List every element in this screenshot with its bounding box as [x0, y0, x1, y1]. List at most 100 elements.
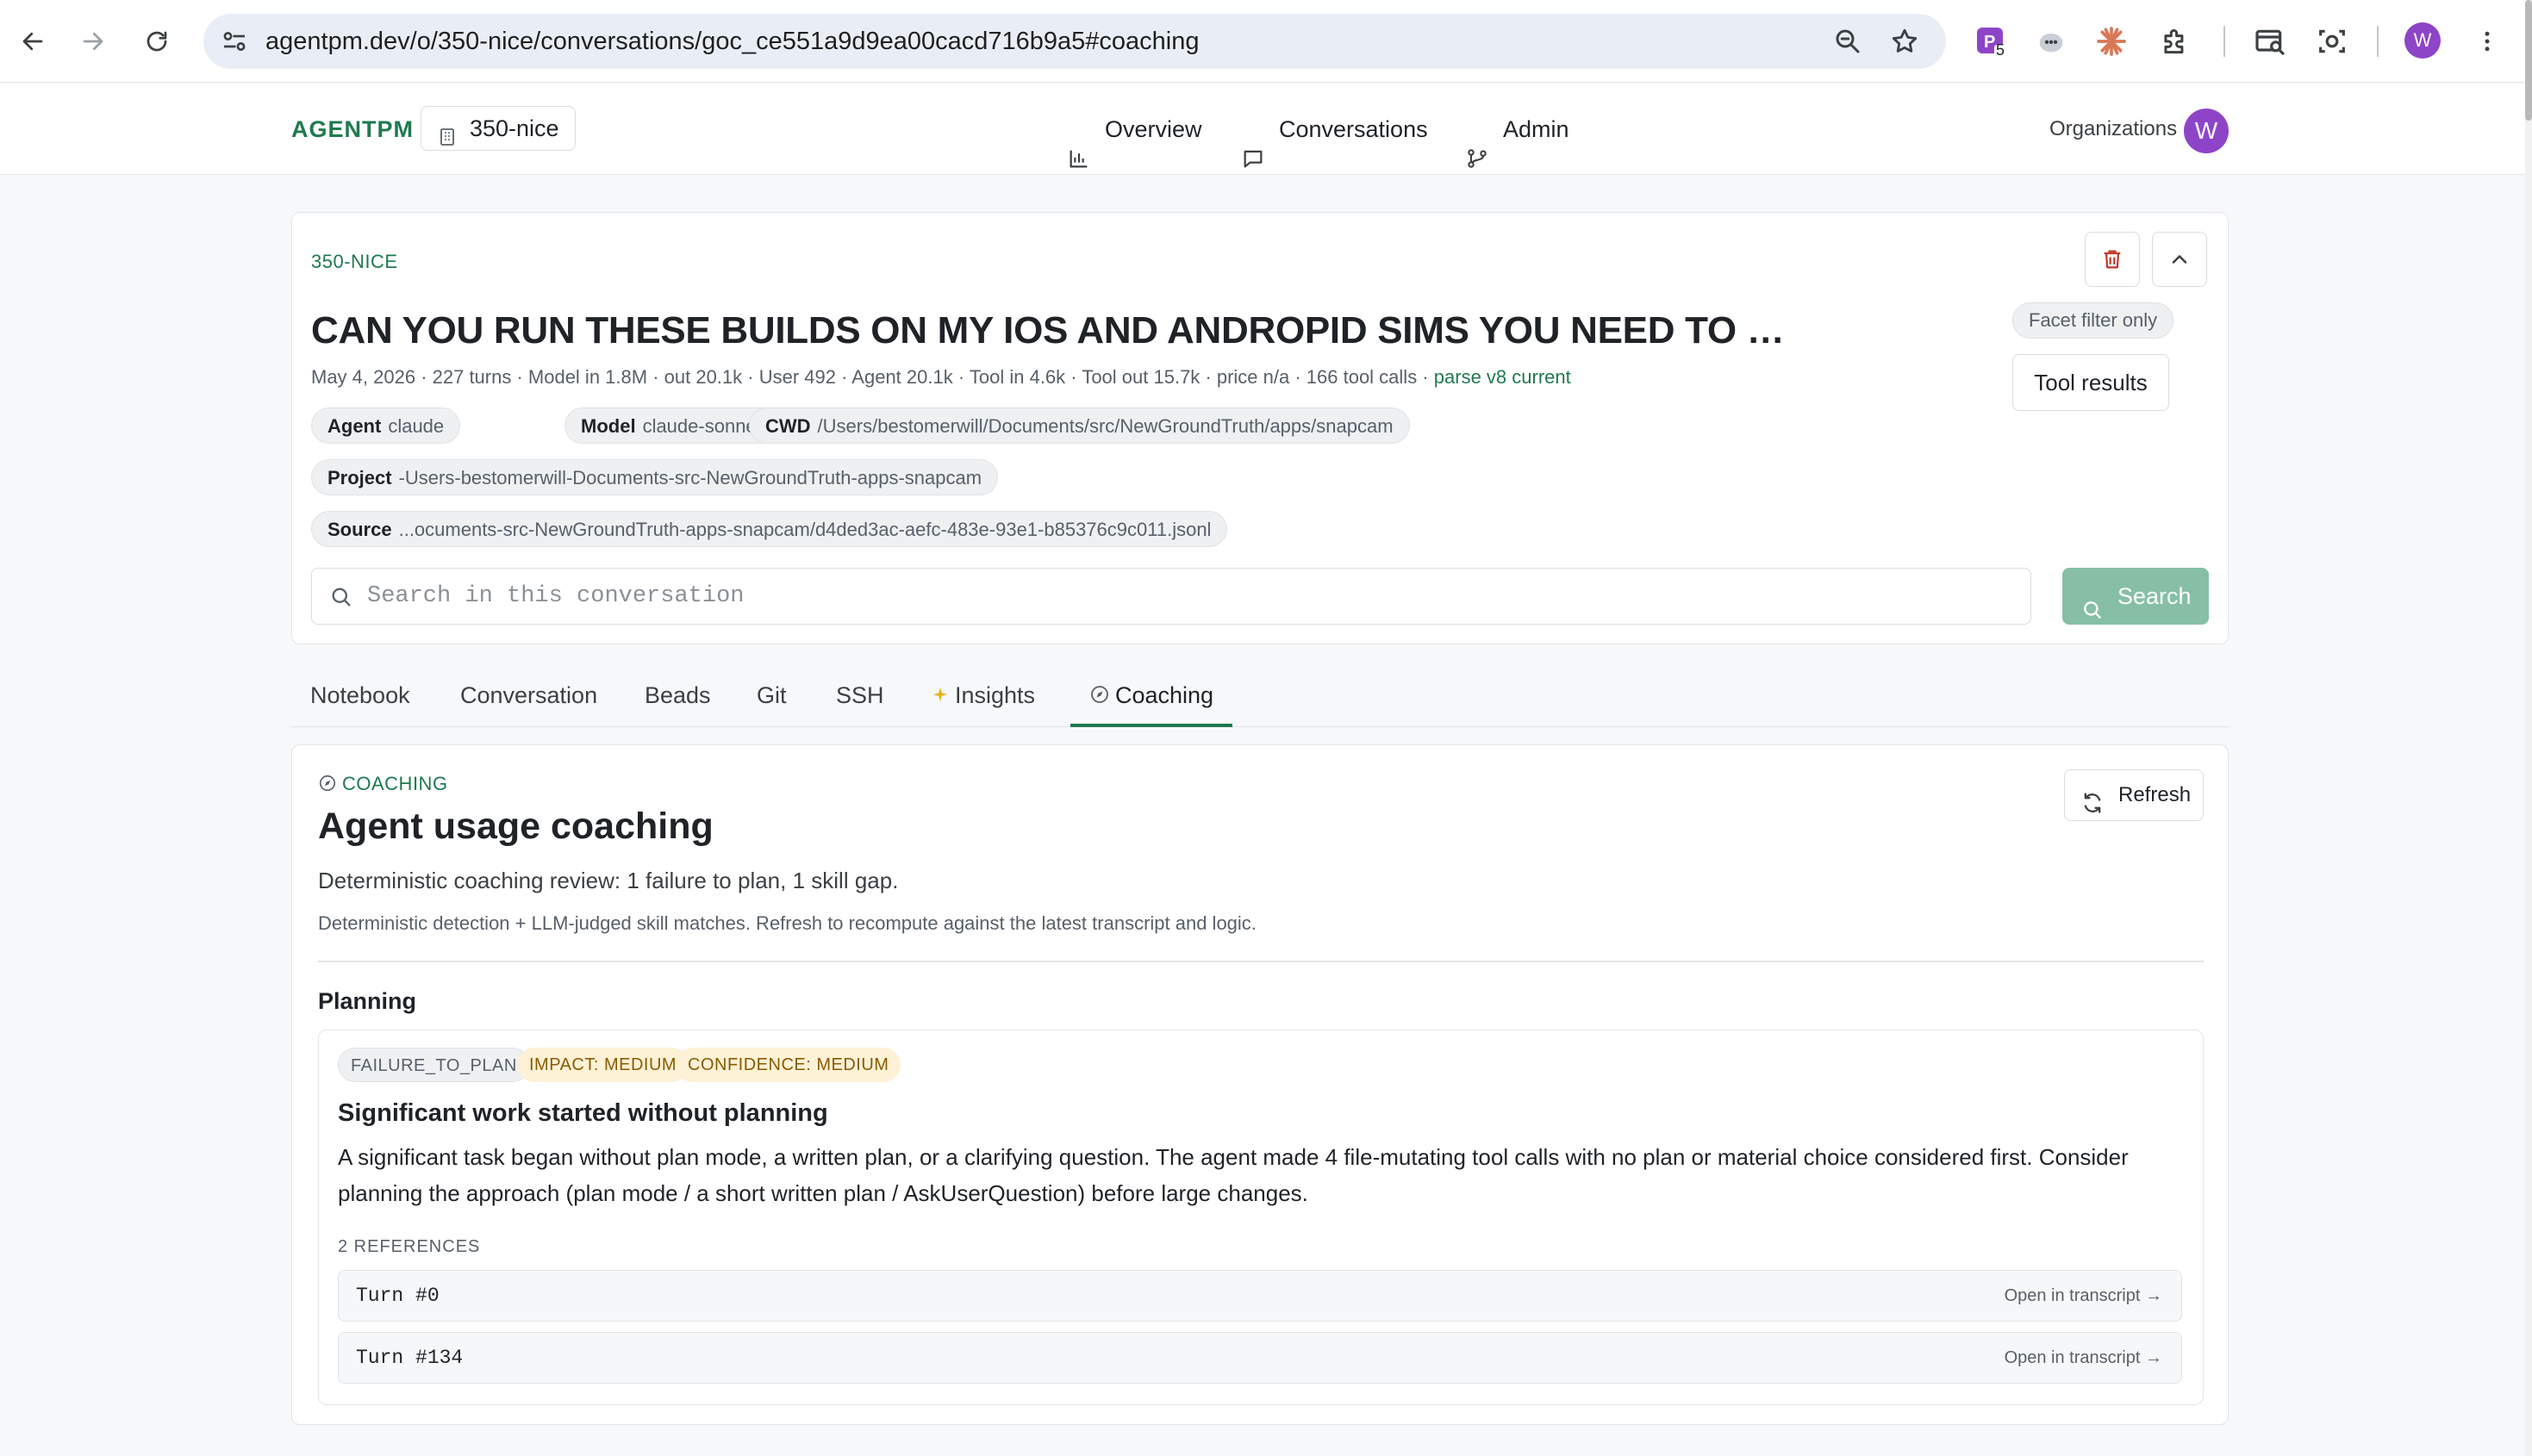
collapse-header-button[interactable] — [2152, 232, 2207, 287]
pill-value: claude — [388, 415, 445, 437]
pill-key: Project — [327, 467, 392, 488]
reference-row[interactable]: Turn #134 Open in transcript → — [338, 1332, 2182, 1384]
nav-overview[interactable]: Overview — [1067, 84, 1202, 175]
conversation-org-label: 350-NICE — [311, 251, 398, 272]
finding-card: FAILURE_TO_PLAN IMPACT: MEDIUM CONFIDENC… — [318, 1030, 2204, 1405]
pill-value: /Users/bestomerwill/Documents/src/NewGro… — [817, 415, 1394, 437]
tab-conversation[interactable]: Conversation — [460, 663, 597, 727]
coaching-note: Deterministic detection + LLM-judged ski… — [318, 912, 1257, 934]
browser-menu-button[interactable] — [2461, 16, 2513, 67]
search-input[interactable] — [367, 577, 2005, 615]
pill-value: ...ocuments-src-NewGroundTruth-apps-snap… — [398, 519, 1212, 540]
agent-pill: Agent claude — [311, 408, 461, 444]
user-avatar[interactable]: W — [2184, 109, 2229, 153]
chat-bubble-icon — [1241, 117, 1265, 208]
tab-search-icon — [2255, 29, 2285, 55]
tab-ssh[interactable]: SSH — [836, 663, 884, 727]
browser-profile-avatar[interactable]: W — [2404, 22, 2441, 59]
tab-git[interactable]: Git — [757, 663, 787, 727]
back-button[interactable] — [16, 16, 50, 67]
reference-turn: Turn #134 — [356, 1347, 464, 1369]
reference-turn: Turn #0 — [356, 1285, 440, 1307]
scrollbar-thumb[interactable] — [2525, 0, 2532, 121]
refresh-icon — [2080, 784, 2105, 834]
reload-icon — [147, 31, 167, 52]
trash-icon — [2104, 250, 2121, 269]
confidence-badge: CONFIDENCE: MEDIUM — [676, 1048, 901, 1082]
refresh-button[interactable]: Refresh — [2064, 769, 2204, 821]
tab-coaching-label: Coaching — [1115, 682, 1214, 708]
tab-notebook[interactable]: Notebook — [310, 663, 410, 727]
conversation-header-card: 350-NICE CAN YOU RUN THESE BUILDS ON MY … — [291, 212, 2229, 644]
forward-button[interactable] — [76, 16, 110, 67]
conversation-search[interactable] — [311, 568, 2031, 625]
finding-type-badge: FAILURE_TO_PLAN — [338, 1048, 530, 1082]
tab-coaching[interactable]: Coaching — [1070, 663, 1233, 727]
nav-conversations-label: Conversations — [1279, 116, 1428, 142]
arrow-left-icon — [22, 32, 43, 51]
source-pill: Source ...ocuments-src-NewGroundTruth-app… — [311, 511, 1228, 547]
reference-row[interactable]: Turn #0 Open in transcript → — [338, 1270, 2182, 1322]
cwd-pill: CWD/Users/bestomerwill/Documents/src/New… — [749, 408, 1410, 444]
extension-ghost-button[interactable] — [2025, 16, 2077, 67]
extension-claude-button[interactable] — [2086, 16, 2137, 67]
page-scrollbar[interactable] — [2525, 0, 2532, 1456]
toolbar-divider — [2377, 26, 2379, 57]
finding-title: Significant work started without plannin… — [338, 1099, 828, 1127]
search-icon — [2081, 585, 2104, 642]
delete-conversation-button[interactable] — [2085, 232, 2140, 287]
url-text[interactable]: agentpm.dev/o/350-nice/conversations/goc… — [265, 14, 1200, 69]
nav-admin[interactable]: Admin — [1465, 84, 1569, 175]
section-divider — [318, 961, 2204, 962]
extension-p-button[interactable]: P 5 — [1965, 16, 2017, 67]
conversation-title: CAN YOU RUN THESE BUILDS ON MY IOS AND A… — [311, 309, 1785, 352]
git-branch-icon — [1465, 117, 1489, 208]
tab-insights[interactable]: Insights — [931, 663, 1035, 727]
open-in-transcript-link[interactable]: Open in transcript → — [2005, 1333, 2162, 1383]
coaching-section-label: COACHING — [318, 773, 448, 798]
org-name: 350-nice — [470, 115, 559, 141]
camera-lens-icon — [2319, 29, 2345, 53]
address-bar[interactable]: agentpm.dev/o/350-nice/conversations/goc… — [203, 14, 1946, 69]
nav-conversations[interactable]: Conversations — [1241, 84, 1428, 175]
arrow-right-icon — [83, 32, 103, 51]
coaching-title: Agent usage coaching — [318, 806, 714, 847]
pill-value: -Users-bestomerwill-Documents-src-NewGro… — [398, 467, 982, 488]
pill-key: CWD — [765, 415, 811, 437]
project-pill: Project -Users-bestomerwill-Documents-src… — [311, 459, 999, 495]
organizations-link[interactable]: Organizations — [2049, 84, 2177, 175]
ghost-extension-icon — [2039, 33, 2063, 53]
browser-toolbar: agentpm.dev/o/350-nice/conversations/goc… — [0, 0, 2532, 83]
pill-key: Model — [581, 415, 636, 437]
tab-search-button[interactable] — [2244, 16, 2296, 67]
extension-badge: 5 — [1996, 41, 2005, 59]
references-label: 2 REFERENCES — [338, 1237, 481, 1256]
search-button[interactable]: Search — [2062, 568, 2209, 625]
bookmark-star-icon[interactable] — [1889, 26, 1920, 61]
bar-chart-icon — [1067, 117, 1091, 208]
zoom-icon[interactable] — [1832, 26, 1863, 61]
facet-filter-chip[interactable]: Facet filter only — [2012, 302, 2174, 339]
chevron-up-icon — [2172, 255, 2187, 264]
reload-button[interactable] — [140, 16, 174, 67]
search-icon — [329, 585, 353, 613]
open-in-transcript-link[interactable]: Open in transcript → — [2005, 1271, 2162, 1321]
coaching-panel: COACHING Agent usage coaching Determinis… — [291, 744, 2229, 1425]
lens-button[interactable] — [2306, 16, 2358, 67]
pill-key: Source — [327, 519, 392, 540]
toolbar-divider — [2223, 26, 2225, 57]
extensions-menu-button[interactable] — [2149, 16, 2201, 67]
tab-insights-label: Insights — [955, 682, 1036, 708]
coaching-label-text: COACHING — [342, 773, 448, 794]
refresh-button-label: Refresh — [2118, 783, 2192, 806]
svg-text:P: P — [1984, 33, 1995, 52]
pill-key: Agent — [327, 415, 382, 437]
planning-heading: Planning — [318, 988, 416, 1014]
tool-results-button[interactable]: Tool results — [2012, 354, 2169, 411]
tab-beads[interactable]: Beads — [645, 663, 711, 727]
org-switcher[interactable]: 350-nice — [421, 106, 576, 151]
site-settings-icon[interactable] — [219, 26, 250, 61]
conversation-meta: May 4, 2026 · 227 turns · Model in 1.8M … — [311, 366, 1571, 389]
brand-logo[interactable]: AGENTPM — [291, 84, 414, 175]
puzzle-piece-icon — [2164, 28, 2184, 54]
